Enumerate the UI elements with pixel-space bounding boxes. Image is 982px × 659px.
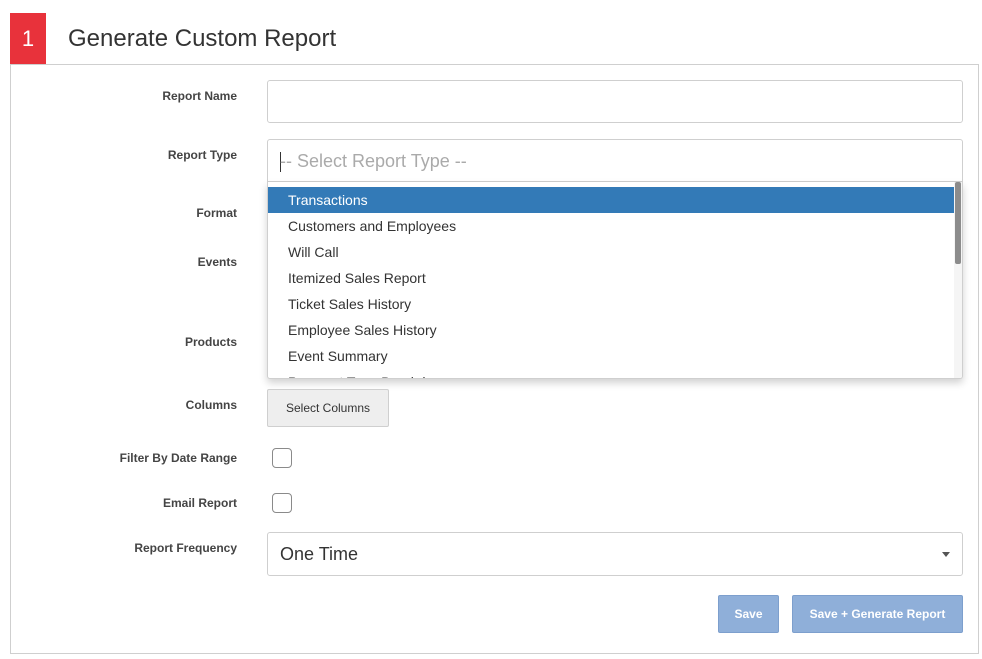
report-type-select[interactable]: -- Select Report Type -- (267, 139, 963, 182)
section-header: 1 Generate Custom Report (10, 13, 980, 65)
report-frequency-select[interactable]: One Time (267, 532, 963, 576)
products-label: Products (184, 335, 237, 349)
filter-date-label: Filter By Date Range (119, 451, 237, 465)
report-type-dropdown: Transactions Customers and Employees Wil… (267, 182, 963, 379)
columns-label: Columns (185, 398, 237, 412)
option-will-call[interactable]: Will Call (268, 239, 956, 265)
report-frequency-value: One Time (280, 544, 359, 564)
section-title: Generate Custom Report (68, 25, 337, 52)
report-type-label: Report Type (167, 148, 237, 162)
filter-date-checkbox[interactable] (272, 448, 292, 468)
dropdown-scrollbar[interactable] (954, 182, 962, 378)
email-report-label: Email Report (162, 496, 237, 510)
report-frequency-label: Report Frequency (134, 541, 237, 555)
report-type-options: Transactions Customers and Employees Wil… (268, 187, 956, 378)
report-name-label: Report Name (162, 89, 237, 103)
report-name-input[interactable] (267, 80, 963, 123)
step-number-badge: 1 (10, 13, 46, 64)
select-columns-button[interactable]: Select Columns (267, 389, 389, 427)
option-employee-sales-history[interactable]: Employee Sales History (268, 317, 956, 343)
option-payment-type-breakdown[interactable]: Payment Type Breakdown (268, 369, 956, 378)
option-ticket-sales-history[interactable]: Ticket Sales History (268, 291, 956, 317)
option-event-summary[interactable]: Event Summary (268, 343, 956, 369)
format-label: Format (196, 206, 237, 220)
option-customers-employees[interactable]: Customers and Employees (268, 213, 956, 239)
dropdown-scroll-thumb[interactable] (955, 182, 961, 264)
option-transactions[interactable]: Transactions (268, 187, 956, 213)
report-type-placeholder: -- Select Report Type -- (280, 151, 467, 171)
chevron-down-icon (942, 552, 950, 557)
events-label: Events (197, 255, 237, 269)
save-generate-report-button[interactable]: Save + Generate Report (792, 595, 963, 633)
option-itemized-sales[interactable]: Itemized Sales Report (268, 265, 956, 291)
save-button[interactable]: Save (718, 595, 779, 633)
email-report-checkbox[interactable] (272, 493, 292, 513)
